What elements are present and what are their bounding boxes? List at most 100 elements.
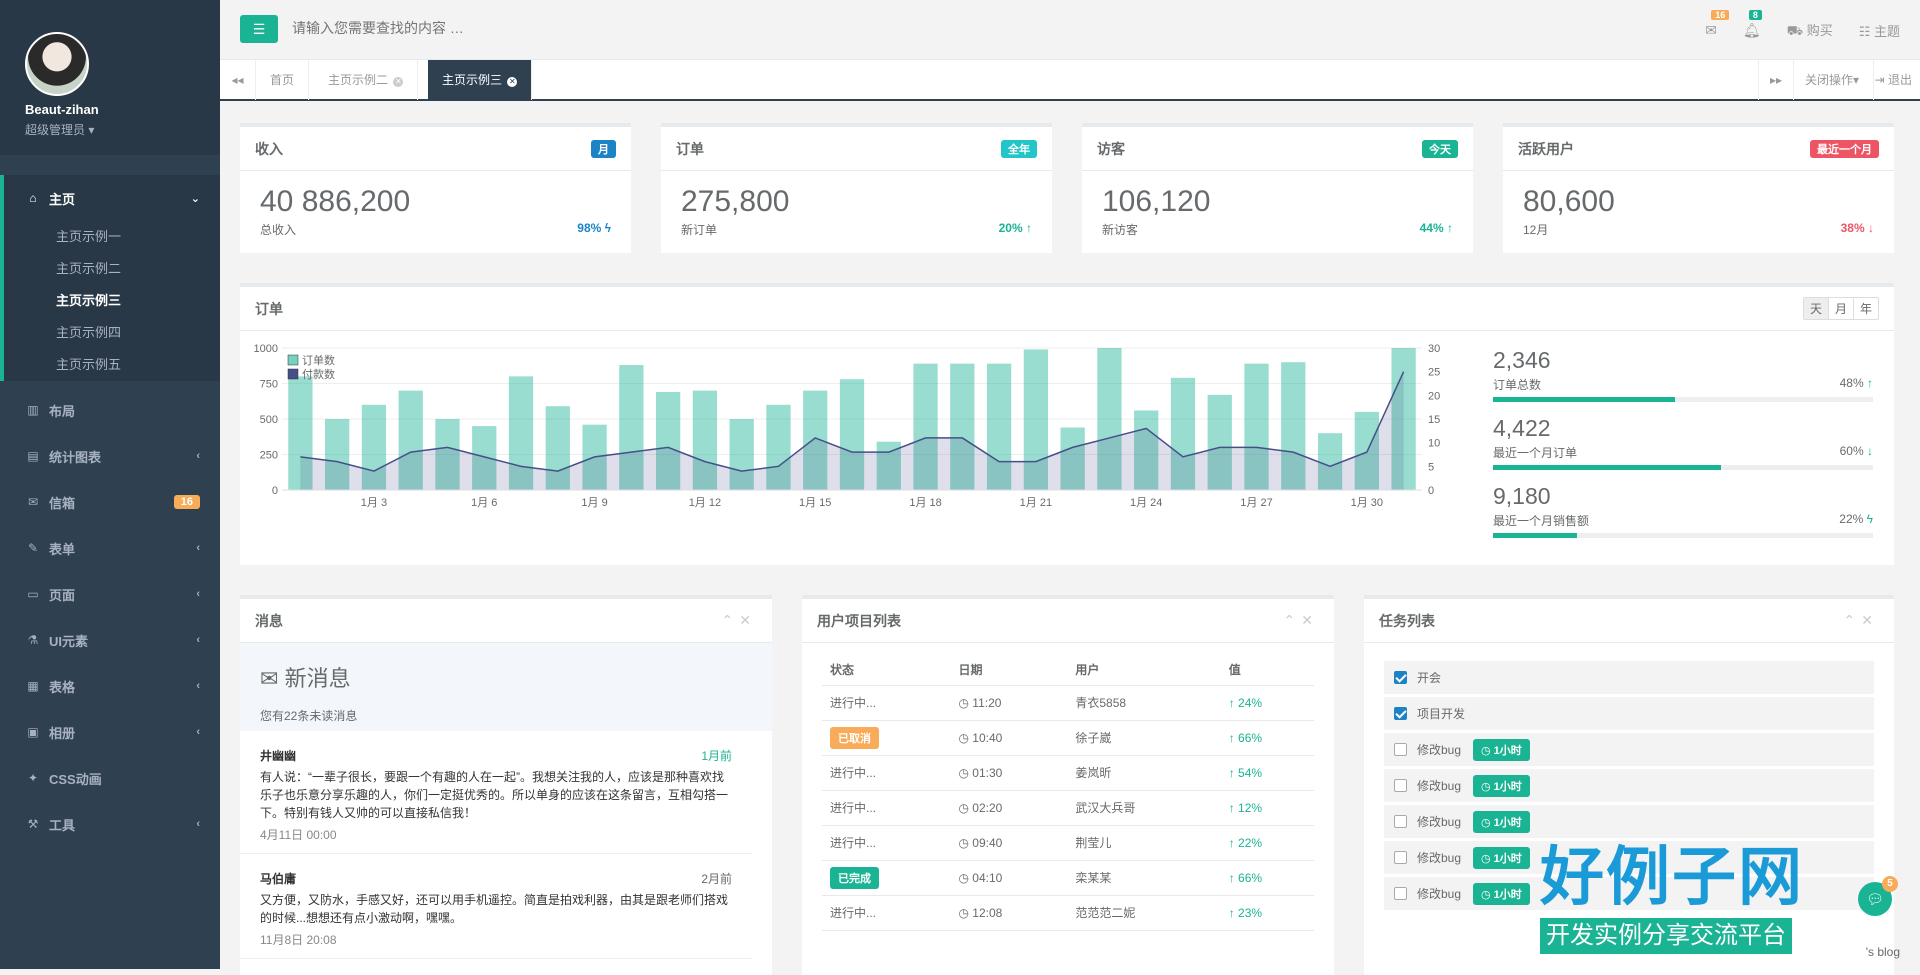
nav-item-tables[interactable]: ▦表格‹ — [0, 663, 220, 709]
nav-sub-home-5[interactable]: 主页示例五 — [4, 349, 220, 381]
stat-period-badge: 全年 — [1001, 140, 1037, 158]
nav-sub-home-3[interactable]: 主页示例三 — [4, 285, 220, 317]
table-row[interactable]: 进行中...◷ 09:40荆莹儿↑ 22% — [822, 825, 1314, 860]
user-role-dropdown[interactable]: 超级管理员 ▾ — [25, 121, 220, 138]
nav-sub-home-1[interactable]: 主页示例一 — [4, 221, 220, 253]
status-cell: 进行中... — [822, 755, 951, 790]
stat-card-orders: 订单全年 275,800 新订单20% ↑ — [661, 123, 1052, 253]
nav-item-charts[interactable]: ▤统计图表‹ — [0, 433, 220, 479]
column-header: 日期 — [951, 655, 1068, 685]
close-icon[interactable]: ✕ — [507, 77, 517, 87]
stat-value: 80,600 — [1523, 185, 1894, 219]
y-tick-label-right: 5 — [1428, 461, 1434, 473]
close-icon[interactable]: ✕ — [1301, 612, 1319, 628]
task-checkbox[interactable] — [1394, 887, 1407, 900]
stat-footer: 新订单20% ↑ — [661, 221, 1052, 238]
stat-percent-value: 20% — [999, 221, 1023, 235]
table-row[interactable]: 进行中...◷ 12:08范范范二妮↑ 23% — [822, 895, 1314, 930]
value-cell: ↑ 24% — [1221, 685, 1314, 720]
list-item[interactable]: 马伯庸2月前 又方便，又防水，手感又好，还可以用手机遥控。简直是拍戏利器，由其是… — [240, 854, 752, 959]
status-cell: 进行中... — [822, 790, 951, 825]
chat-button[interactable]: 💬︎ 5 — [1858, 882, 1892, 916]
watermark-logo-main: 好例子网 — [1540, 838, 1860, 918]
theme-link[interactable]: ☷ 主题 — [1859, 21, 1900, 40]
stat-card-header: 活跃用户最近一个月 — [1503, 127, 1894, 171]
user-name[interactable]: Beaut-zihan — [25, 102, 220, 117]
table-row[interactable]: 进行中...◷ 01:30姜岚昕↑ 54% — [822, 755, 1314, 790]
tasks-icon: ☷ — [1859, 24, 1871, 39]
list-item: 开会 — [1384, 661, 1874, 694]
level-up-icon: ↑ — [1447, 221, 1453, 235]
value-cell: ↑ 66% — [1221, 720, 1314, 755]
nav-item-pages[interactable]: ▭页面‹ — [0, 571, 220, 617]
task-checkbox[interactable] — [1394, 779, 1407, 792]
list-item[interactable]: 井幽幽1月前 有人说：“一辈子很长，要跟一个有趣的人在一起”。我想关注我的人，应… — [240, 731, 752, 854]
buy-link[interactable]: ⛟ 购买 — [1787, 20, 1833, 41]
magic-icon: ✦ — [25, 771, 41, 785]
task-checkbox[interactable] — [1394, 851, 1407, 864]
stat-label: 新订单 — [681, 221, 717, 238]
message-author: 马伯庸 — [260, 870, 296, 887]
table-row[interactable]: 进行中...◷ 02:20武汉大兵哥↑ 12% — [822, 790, 1314, 825]
chevron-up-icon[interactable]: ⌃ — [722, 612, 740, 628]
kpi-monthly-sales: 9,180 最近一个月销售额22% ϟ — [1493, 483, 1873, 538]
stat-title: 访客 — [1097, 139, 1125, 159]
table-row[interactable]: 已取消◷ 10:40徐子崴↑ 66% — [822, 720, 1314, 755]
tab-home[interactable]: 首页 — [256, 60, 309, 100]
message-body: 有人说：“一辈子很长，要跟一个有趣的人在一起”。我想关注我的人，应该是那种喜欢找… — [260, 768, 732, 822]
logout-button[interactable]: ⇥ 退出 — [1867, 60, 1920, 100]
chevron-up-icon[interactable]: ⌃ — [1284, 612, 1302, 628]
range-month-button[interactable]: 月 — [1829, 298, 1854, 319]
caret-down-icon: ▾ — [1853, 73, 1859, 87]
flask-icon: ⚗ — [25, 633, 41, 647]
close-icon[interactable]: ✕ — [739, 612, 757, 628]
tabs-scroll-right-button[interactable]: ▸▸ — [1758, 60, 1794, 100]
nav-item-forms[interactable]: ✎表单‹ — [0, 525, 220, 571]
close-icon[interactable]: ✕ — [1861, 612, 1879, 628]
nav-sub-home-4[interactable]: 主页示例四 — [4, 317, 220, 349]
nav-item-label: 工具 — [49, 815, 196, 834]
nav-item-tools[interactable]: ⚒工具‹ — [0, 801, 220, 847]
nav-item-css-animation[interactable]: ✦CSS动画 — [0, 755, 220, 801]
logout-label: 退出 — [1888, 73, 1912, 87]
task-checkbox[interactable] — [1394, 815, 1407, 828]
nav-item-gallery[interactable]: ▣相册‹ — [0, 709, 220, 755]
kpi-percent: 48% ↑ — [1840, 376, 1873, 393]
bolt-icon: ϟ — [605, 221, 611, 235]
table-row[interactable]: 进行中...◷ 11:20青衣5858↑ 24% — [822, 685, 1314, 720]
legend-swatch — [288, 355, 298, 365]
alert-notification[interactable]: 🔔︎8 — [1743, 22, 1761, 39]
search-input[interactable] — [292, 20, 692, 36]
close-icon[interactable]: ✕ — [393, 77, 403, 87]
x-tick-label: 1月 3 — [361, 497, 387, 509]
tab-home-example-2[interactable]: 主页示例二 ✕ — [314, 60, 418, 100]
stat-title: 活跃用户 — [1518, 139, 1574, 159]
tab-home-example-3[interactable]: 主页示例三 ✕ — [428, 60, 532, 100]
stat-percent: 98% ϟ — [577, 221, 611, 238]
nav-item-layout[interactable]: ▥布局 — [0, 387, 220, 433]
tabs-scroll-left-button[interactable]: ◂◂ — [220, 60, 256, 100]
table-row[interactable]: 已完成◷ 04:10栾某某↑ 66% — [822, 860, 1314, 895]
range-year-button[interactable]: 年 — [1854, 298, 1878, 319]
range-day-button[interactable]: 天 — [1804, 298, 1829, 319]
projects-panel: 用户项目列表⌃✕ 状态 日期 用户 值 进行中...◷ 11:20青衣5858↑… — [802, 595, 1334, 975]
nav-item-mailbox[interactable]: ✉信箱16 — [0, 479, 220, 525]
task-checkbox[interactable] — [1394, 707, 1407, 720]
task-checkbox[interactable] — [1394, 743, 1407, 756]
menu-toggle-button[interactable]: ☰ — [240, 15, 278, 43]
message-time-ago: 1月前 — [701, 747, 732, 764]
avatar[interactable] — [25, 32, 89, 96]
task-checkbox[interactable] — [1394, 671, 1407, 684]
chevron-up-icon[interactable]: ⌃ — [1844, 612, 1862, 628]
legend-label: 付款数 — [302, 367, 335, 381]
theme-label: 主题 — [1874, 24, 1900, 39]
column-header: 状态 — [822, 655, 951, 685]
nav-sub-home-2[interactable]: 主页示例二 — [4, 253, 220, 285]
kpi-value: 4,422 — [1493, 415, 1873, 442]
kpi-value: 9,180 — [1493, 483, 1873, 510]
mail-notification[interactable]: ✉16 — [1705, 22, 1717, 39]
nav-item-home[interactable]: ⌂ 主页 ⌄ — [4, 175, 220, 221]
nav-item-ui[interactable]: ⚗UI元素‹ — [0, 617, 220, 663]
close-operations-dropdown[interactable]: 关闭操作▾ — [1791, 60, 1874, 100]
panel-title: 任务列表 — [1379, 611, 1435, 631]
